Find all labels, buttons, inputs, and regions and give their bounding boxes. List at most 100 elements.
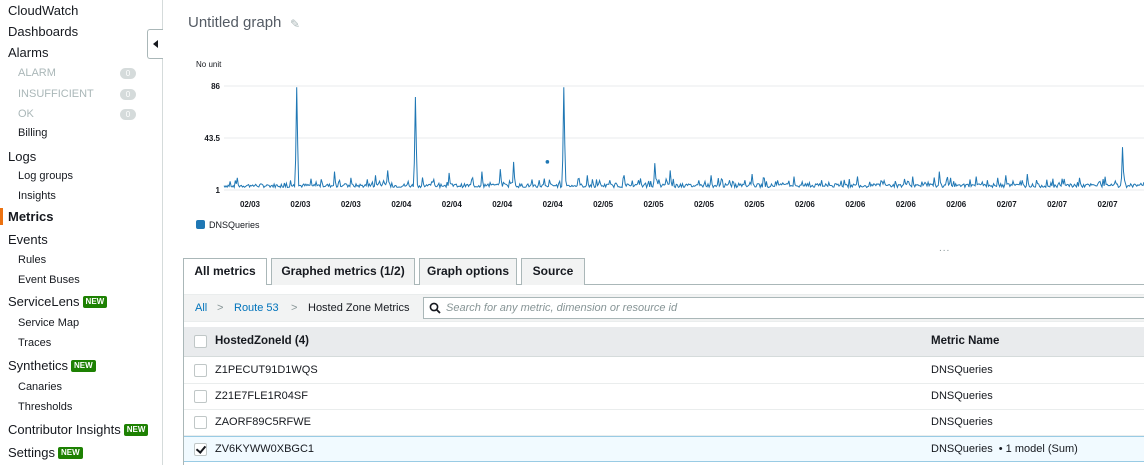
x-tick-label: 02/07 [1047,200,1068,209]
sidebar-item-synthetics[interactable]: Synthetics NEW [8,358,96,373]
ok-count-badge: 0 [120,109,136,120]
graph-title: Untitled graph [188,14,282,31]
tab-graph-options[interactable]: Graph options [419,258,517,285]
x-tick-label: 02/06 [845,200,866,209]
hosted-zone-id: ZAORF89C5RFWE [215,416,311,428]
sidebar-item-rules[interactable]: Rules [18,254,46,266]
table-row[interactable]: Z1PECUT91D1WQS DNSQueries [184,358,1144,384]
series-line-dnsqueries [223,87,1144,190]
search-icon [429,302,441,314]
sidebar-item-settings[interactable]: Settings NEW [8,445,83,460]
sidebar: CloudWatch Dashboards Alarms ALARM 0 INS… [0,0,163,465]
y-tick-label: 43.5 [204,134,220,143]
breadcrumb-all[interactable]: All [195,302,207,314]
sidebar-item-contributor-insights[interactable]: Contributor Insights NEW [8,422,149,437]
breadcrumb-route53[interactable]: Route 53 [234,302,279,314]
x-tick-label: 02/03 [290,200,311,209]
synthetics-label: Synthetics [8,358,68,373]
table-header: HostedZoneId (4) Metric Name [184,327,1144,357]
row-checkbox[interactable] [194,416,207,429]
x-tick-label: 02/07 [1098,200,1119,209]
select-all-checkbox[interactable] [194,335,207,348]
table-row[interactable]: ZAORF89C5RFWE DNSQueries [184,410,1144,436]
collapse-sidebar-button[interactable] [147,29,163,59]
sidebar-item-ok-state[interactable]: OK [18,108,34,120]
tab-all-metrics[interactable]: All metrics [183,258,267,286]
series-point [545,160,550,164]
sidebar-item-billing[interactable]: Billing [18,127,47,139]
x-tick-label: 02/04 [391,200,412,209]
sidebar-item-traces[interactable]: Traces [18,337,51,349]
x-tick-label: 02/07 [997,200,1018,209]
new-badge: NEW [70,360,96,372]
y-tick-label: 86 [211,82,220,91]
sidebar-item-thresholds[interactable]: Thresholds [18,401,72,413]
contributor-insights-label: Contributor Insights [8,422,121,437]
column-header-metric-name[interactable]: Metric Name [931,335,999,347]
sidebar-item-log-groups[interactable]: Log groups [18,170,73,182]
alarm-count-badge: 0 [120,68,136,79]
new-badge: NEW [57,447,83,459]
x-tick-label: 02/06 [946,200,967,209]
row-checkbox[interactable] [194,443,207,456]
pencil-icon[interactable]: ✎ [290,17,300,31]
x-tick-label: 02/05 [593,200,614,209]
breadcrumb-current: Hosted Zone Metrics [308,302,410,314]
sidebar-item-canaries[interactable]: Canaries [18,381,62,393]
more-dots: ... [939,243,951,254]
active-indicator [0,208,3,225]
metric-name: DNSQueries [931,416,993,428]
metrics-panel: All > Route 53 > Hosted Zone Metrics Hos… [183,285,1144,465]
metric-name: DNSQueries [931,364,993,376]
hosted-zone-id: ZV6KYWW0XBGC1 [215,443,315,455]
breadcrumb-separator: > [217,302,224,314]
sidebar-item-alarms[interactable]: Alarms [8,45,48,60]
new-badge: NEW [82,296,108,308]
settings-label: Settings [8,445,55,460]
column-header-hostedzoneid[interactable]: HostedZoneId (4) [215,335,309,347]
sidebar-item-insufficient-state[interactable]: INSUFFICIENT [18,88,94,100]
sidebar-item-alarm-state[interactable]: ALARM [18,67,56,79]
insufficient-count-badge: 0 [120,89,136,100]
x-tick-label: 02/04 [442,200,463,209]
table-row[interactable]: Z21E7FLE1R04SF DNSQueries [184,384,1144,410]
tab-source[interactable]: Source [521,258,585,285]
new-badge: NEW [123,424,149,436]
x-tick-label: 02/04 [492,200,513,209]
x-tick-label: 02/05 [744,200,765,209]
metric-tabs: All metrics Graphed metrics (1/2) Graph … [183,258,1144,286]
sidebar-item-event-buses[interactable]: Event Buses [18,274,80,286]
sidebar-item-insights[interactable]: Insights [18,190,56,202]
legend-label-dnsqueries: DNSQueries [209,220,260,230]
sidebar-item-metrics[interactable]: Metrics [8,209,54,224]
y-tick-label: 1 [216,186,221,195]
row-checkbox[interactable] [194,390,207,403]
legend-swatch [196,220,205,229]
metric-name: DNSQueries [931,390,993,402]
tab-graphed-metrics[interactable]: Graphed metrics (1/2) [271,258,415,285]
x-tick-label: 02/04 [543,200,564,209]
metric-name: DNSQueries • 1 model (Sum) [931,443,1078,455]
sidebar-item-service-map[interactable]: Service Map [18,317,79,329]
row-checkbox[interactable] [194,364,207,377]
y-axis-unit-label: No unit [196,60,222,69]
sidebar-item-logs[interactable]: Logs [8,149,36,164]
sidebar-item-servicelens[interactable]: ServiceLens NEW [8,294,108,309]
breadcrumb-separator: > [291,302,298,314]
x-tick-label: 02/05 [644,200,665,209]
table-row[interactable]: ZV6KYWW0XBGC1 DNSQueries • 1 model (Sum) [184,436,1144,462]
x-tick-label: 02/06 [896,200,917,209]
x-tick-label: 02/03 [341,200,362,209]
x-tick-label: 02/03 [240,200,261,209]
hosted-zone-id: Z1PECUT91D1WQS [215,364,318,376]
hosted-zone-id: Z21E7FLE1R04SF [215,390,308,402]
metric-name-text: DNSQueries [931,443,993,455]
x-tick-label: 02/06 [795,200,816,209]
sidebar-item-dashboards[interactable]: Dashboards [8,24,78,39]
sidebar-item-events[interactable]: Events [8,232,48,247]
servicelens-label: ServiceLens [8,294,80,309]
search-input[interactable] [446,300,1136,316]
search-box[interactable] [423,297,1144,319]
x-tick-label: 02/05 [694,200,715,209]
sidebar-item-cloudwatch[interactable]: CloudWatch [8,3,78,18]
